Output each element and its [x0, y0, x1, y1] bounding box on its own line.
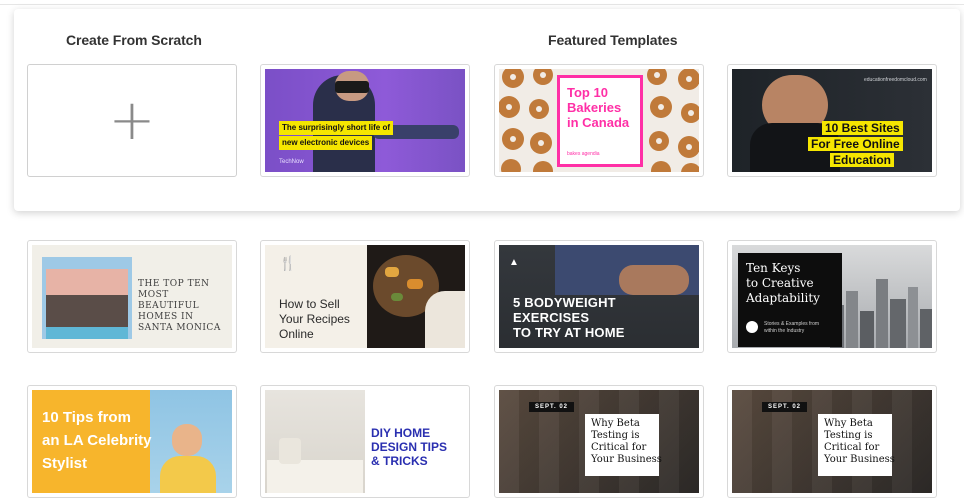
template-card[interactable]: SEPT. 02 Why Beta Testing is Critical fo…	[494, 385, 704, 498]
template-title: Top 10 Bakeries in Canada	[567, 85, 630, 130]
template-thumbnail: The surprisingly short life of new elect…	[265, 69, 465, 172]
template-thumbnail: ▲ 5 BODYWEIGHT EXERCISES TO TRY AT HOME	[499, 245, 699, 348]
divider	[0, 4, 964, 5]
template-thumbnail: 10 Tips from an LA Celebrity Stylist	[32, 390, 232, 493]
template-thumbnail: SEPT. 02 Why Beta Testing is Critical fo…	[732, 390, 932, 493]
template-thumbnail: Top 10 Bakeries in Canada bakes agendia	[499, 69, 699, 172]
template-picker: Create From Scratch Featured Templates +…	[0, 0, 964, 503]
template-thumbnail: THE TOP TEN MOST BEAUTIFUL HOMES IN SANT…	[32, 245, 232, 348]
template-card[interactable]: DIY HOME DESIGN TIPS & TRICKS	[260, 385, 470, 498]
template-card[interactable]: THE TOP TEN MOST BEAUTIFUL HOMES IN SANT…	[27, 240, 237, 353]
template-title: 5 BODYWEIGHT EXERCISES TO TRY AT HOME	[513, 295, 625, 340]
fork-knife-icon: 🍴	[279, 255, 297, 271]
scratch-heading: Create From Scratch	[66, 32, 202, 48]
create-from-scratch-button[interactable]: +	[27, 64, 237, 177]
template-card[interactable]: The surprisingly short life of new elect…	[260, 64, 470, 177]
template-title: How to Sell Your Recipes Online	[279, 297, 350, 341]
template-title-line: Education	[830, 153, 895, 167]
plus-icon: +	[108, 87, 156, 153]
template-thumbnail: educationfreedomcloud.com 10 Best Sites …	[732, 69, 932, 172]
featured-heading: Featured Templates	[548, 32, 678, 48]
template-title: 10 Tips from an LA Celebrity Stylist	[42, 409, 152, 472]
template-card[interactable]: ▲ 5 BODYWEIGHT EXERCISES TO TRY AT HOME	[494, 240, 704, 353]
template-url: educationfreedomcloud.com	[864, 77, 927, 83]
template-card[interactable]: 10 Tips from an LA Celebrity Stylist	[27, 385, 237, 498]
exercise-icon: ▲	[509, 257, 519, 268]
city-image	[830, 279, 932, 348]
template-brand: bakes agendia	[567, 151, 600, 157]
template-card[interactable]: SEPT. 02 Why Beta Testing is Critical fo…	[727, 385, 937, 498]
template-title: Why Beta Testing is Critical for Your Bu…	[824, 418, 895, 465]
template-title: DIY HOME DESIGN TIPS & TRICKS	[371, 426, 448, 468]
date-badge: SEPT. 02	[529, 402, 575, 412]
template-card[interactable]: Top 10 Bakeries in Canada bakes agendia	[494, 64, 704, 177]
template-card[interactable]: educationfreedomcloud.com 10 Best Sites …	[727, 64, 937, 177]
template-subtitle: Stories & Examples from within the Indus…	[764, 321, 820, 334]
lightbulb-icon	[746, 321, 758, 333]
template-title-line: The surprisingly short life of	[279, 121, 394, 135]
template-title-line: For Free Online	[808, 137, 903, 151]
template-card[interactable]: 🍴 How to Sell Your Recipes Online	[260, 240, 470, 353]
template-title-line: 10 Best Sites	[822, 121, 903, 135]
template-thumbnail: 🍴 How to Sell Your Recipes Online	[265, 245, 465, 348]
template-title: Why Beta Testing is Critical for Your Bu…	[591, 418, 662, 465]
template-card[interactable]: Ten Keys to Creative Adaptability Storie…	[727, 240, 937, 353]
template-thumbnail: Ten Keys to Creative Adaptability Storie…	[732, 245, 932, 348]
template-title-line: new electronic devices	[279, 136, 373, 150]
template-thumbnail: SEPT. 02 Why Beta Testing is Critical fo…	[499, 390, 699, 493]
template-title: Ten Keys to Creative Adaptability	[746, 261, 820, 305]
date-badge: SEPT. 02	[762, 402, 808, 412]
template-title: THE TOP TEN MOST BEAUTIFUL HOMES IN SANT…	[138, 279, 221, 333]
template-brand: TechNow	[279, 159, 304, 165]
template-thumbnail: DIY HOME DESIGN TIPS & TRICKS	[265, 390, 465, 493]
